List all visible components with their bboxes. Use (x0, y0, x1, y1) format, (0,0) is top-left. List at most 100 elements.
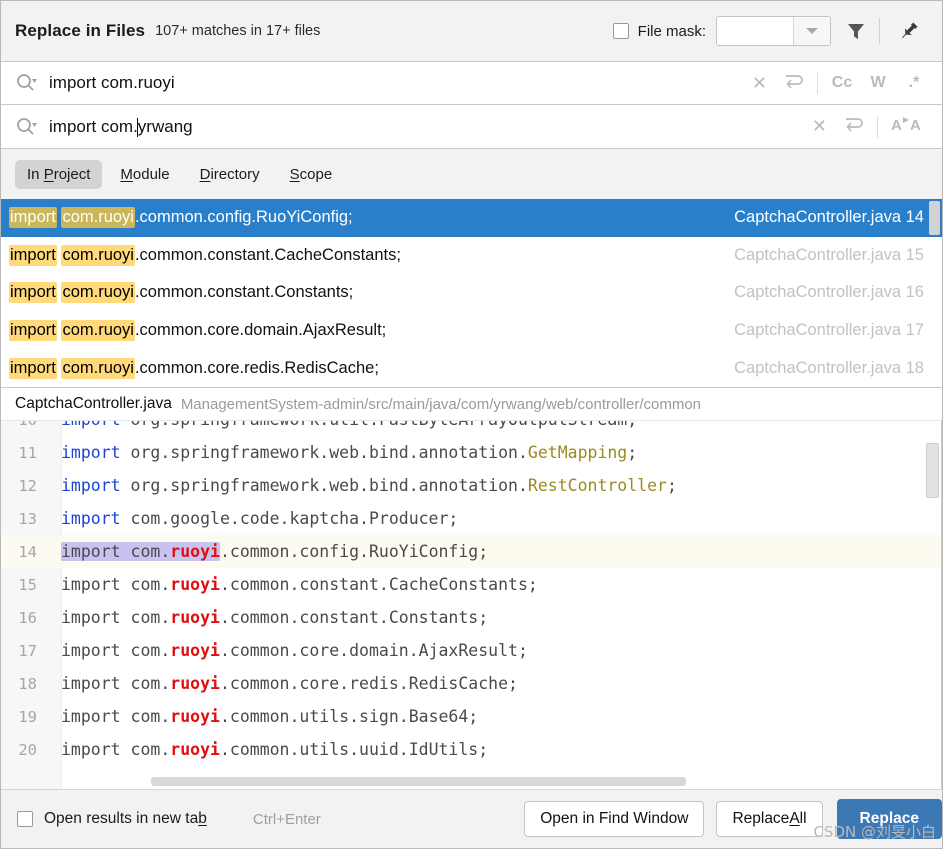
results-list[interactable]: import com.ruoyi .common.config.RuoYiConf… (1, 199, 942, 388)
preview-file-path: ManagementSystem-admin/src/main/java/com… (180, 395, 702, 413)
footer-buttons: Open in Find Window Replace All Replace (512, 799, 942, 839)
tab-scope[interactable]: Scope (278, 160, 345, 189)
result-text: import com.ruoyi .common.constant.Constan… (9, 282, 353, 304)
code-plain-token: .common.utils.sign.Base64; (219, 707, 479, 726)
code-line-number: 15 (18, 575, 37, 594)
code-plain-token: com. (120, 575, 171, 594)
code-line[interactable]: 11 import org.springframework.web.bind.an… (1, 436, 942, 469)
replace-in-files-dialog: Replace in Files 107+ matches in 17+ fil… (0, 0, 943, 849)
code-line[interactable]: 15 import com.ruoyi.common.constant.Cache… (1, 568, 942, 601)
replace-value-before-caret: import com. (49, 116, 138, 136)
code-horizontal-scrollbar-thumb[interactable] (151, 777, 686, 786)
pin-button[interactable] (890, 12, 928, 50)
result-rest-text: .common.config.RuoYiConfig; (134, 208, 353, 227)
file-mask-dropdown-button[interactable] (793, 17, 830, 45)
code-line[interactable]: 14 import com.ruoyi.common.config.RuoYiCo… (1, 535, 942, 568)
match-case-toggle[interactable]: Cc (824, 74, 860, 92)
code-keyword: import (61, 740, 121, 759)
preserve-case-toggle[interactable]: A A (884, 114, 932, 139)
result-match-highlight: import (9, 244, 57, 266)
code-line[interactable]: 16 import com.ruoyi.common.constant.Const… (1, 601, 942, 634)
result-rest-text: .common.constant.CacheConstants; (134, 245, 401, 264)
result-match-highlight: com.ruoyi (61, 282, 135, 304)
tab-directory[interactable]: Directory (188, 160, 272, 189)
filter-button[interactable] (837, 12, 875, 50)
replace-clear-icon[interactable]: ✕ (804, 116, 835, 137)
result-text: import com.ruoyi .common.core.redis.Redis… (9, 357, 379, 379)
svg-text:A: A (891, 117, 902, 134)
code-line[interactable]: 17 import com.ruoyi.common.core.domain.Aj… (1, 634, 942, 667)
result-row[interactable]: import com.ruoyi .common.core.redis.Redis… (1, 349, 942, 387)
result-rest-text: .common.core.redis.RedisCache; (134, 358, 379, 377)
code-line-number: 10 (1, 421, 49, 429)
tab-directory-mnemonic: D (199, 165, 211, 183)
search-input[interactable]: import com.ruoyi (49, 73, 744, 93)
code-plain-token: .common.utils.uuid.IdUtils; (219, 740, 489, 759)
code-line-number: 14 (18, 542, 37, 561)
code-line-number: 11 (18, 443, 37, 462)
replace-all-mnemonic: A (789, 810, 800, 827)
result-match-highlight: com.ruoyi (61, 244, 135, 266)
text-caret (137, 118, 139, 137)
search-clear-icon[interactable]: ✕ (744, 73, 775, 94)
replace-all-button[interactable]: Replace All (716, 801, 823, 837)
code-preview[interactable]: 10import org.springframework.util.FastBy… (1, 420, 942, 789)
code-line-text: import com.ruoyi.common.utils.uuid.IdUti… (49, 740, 488, 759)
file-mask-checkbox[interactable] (612, 23, 629, 39)
result-match-highlight: com.ruoyi (61, 207, 135, 229)
code-line-number: 12 (18, 476, 37, 495)
code-plain-token: org.springframework.web.bind.annotation. (120, 443, 528, 462)
code-keyword: import (61, 707, 121, 726)
code-line-number: 19 (18, 707, 37, 726)
results-scrollbar-thumb[interactable] (929, 201, 940, 235)
code-line-text: import org.springframework.web.bind.anno… (49, 476, 677, 495)
code-plain-token: org.springframework.web.bind.annotation. (120, 476, 528, 495)
result-file-location: CaptchaController.java 14 (734, 208, 924, 227)
replace-dropdown-icon[interactable] (15, 116, 37, 138)
whole-words-toggle[interactable]: W (860, 74, 896, 92)
result-row[interactable]: import com.ruoyi .common.config.RuoYiConf… (1, 199, 942, 237)
code-line[interactable]: 12 import org.springframework.web.bind.an… (1, 469, 942, 502)
tab-in-project[interactable]: In Project (15, 159, 103, 189)
code-plain-token: .common.constant.CacheConstants; (219, 575, 538, 594)
search-dropdown-icon[interactable] (15, 72, 37, 94)
code-plain-token: com. (120, 740, 171, 759)
code-line-text: import com.ruoyi.common.config.RuoYiConf… (49, 542, 488, 561)
code-line[interactable]: 10import org.springframework.util.FastBy… (1, 421, 942, 436)
replace-input[interactable]: import com. yrwang (49, 117, 804, 137)
file-mask-combobox[interactable] (716, 16, 831, 46)
tab-module[interactable]: Module (108, 160, 181, 189)
code-line-text: import org.springframework.util.FastByte… (49, 421, 637, 429)
code-line-number: 16 (18, 608, 37, 627)
replace-history-reset-icon[interactable] (835, 115, 871, 138)
open-in-find-window-button[interactable]: Open in Find Window (524, 801, 705, 837)
replace-all-post: ll (799, 810, 807, 827)
dialog-footer: Open results in new tab Ctrl+Enter Open … (1, 789, 942, 848)
result-match-highlight: com.ruoyi (61, 320, 135, 342)
result-match-highlight: com.ruoyi (61, 357, 135, 379)
code-keyword: import (61, 608, 121, 627)
code-line-text: import com.google.code.kaptcha.Producer; (49, 509, 458, 528)
tab-in-project-pre: In (27, 165, 44, 183)
result-row[interactable]: import com.ruoyi .common.constant.Constan… (1, 274, 942, 312)
code-line-text: import com.ruoyi.common.constant.Constan… (49, 608, 488, 627)
code-line[interactable]: 18 import com.ruoyi.common.core.redis.Red… (1, 667, 942, 700)
header-controls: File mask: (612, 12, 928, 50)
code-match-token: ruoyi (170, 542, 220, 561)
result-row[interactable]: import com.ruoyi .common.constant.CacheCo… (1, 237, 942, 275)
code-keyword: import (61, 542, 121, 561)
result-file-location: CaptchaController.java 17 (734, 321, 924, 340)
code-vertical-scrollbar-thumb[interactable] (926, 443, 939, 498)
code-match-token: ruoyi (170, 674, 220, 693)
regex-toggle[interactable]: .* (896, 74, 932, 92)
result-row[interactable]: import com.ruoyi .common.core.domain.Ajax… (1, 312, 942, 350)
search-history-reset-icon[interactable] (775, 72, 811, 95)
code-right-border (941, 421, 942, 789)
code-line[interactable]: 20 import com.ruoyi.common.utils.uuid.IdU… (1, 733, 942, 766)
file-mask-input[interactable] (717, 17, 793, 45)
code-line[interactable]: 19 import com.ruoyi.common.utils.sign.Bas… (1, 700, 942, 733)
open-results-new-tab-checkbox[interactable] (17, 811, 33, 827)
code-line[interactable]: 13 import com.google.code.kaptcha.Produce… (1, 502, 942, 535)
code-plain-token: .common.constant.Constants; (219, 608, 489, 627)
replace-button[interactable]: Replace (836, 799, 942, 839)
